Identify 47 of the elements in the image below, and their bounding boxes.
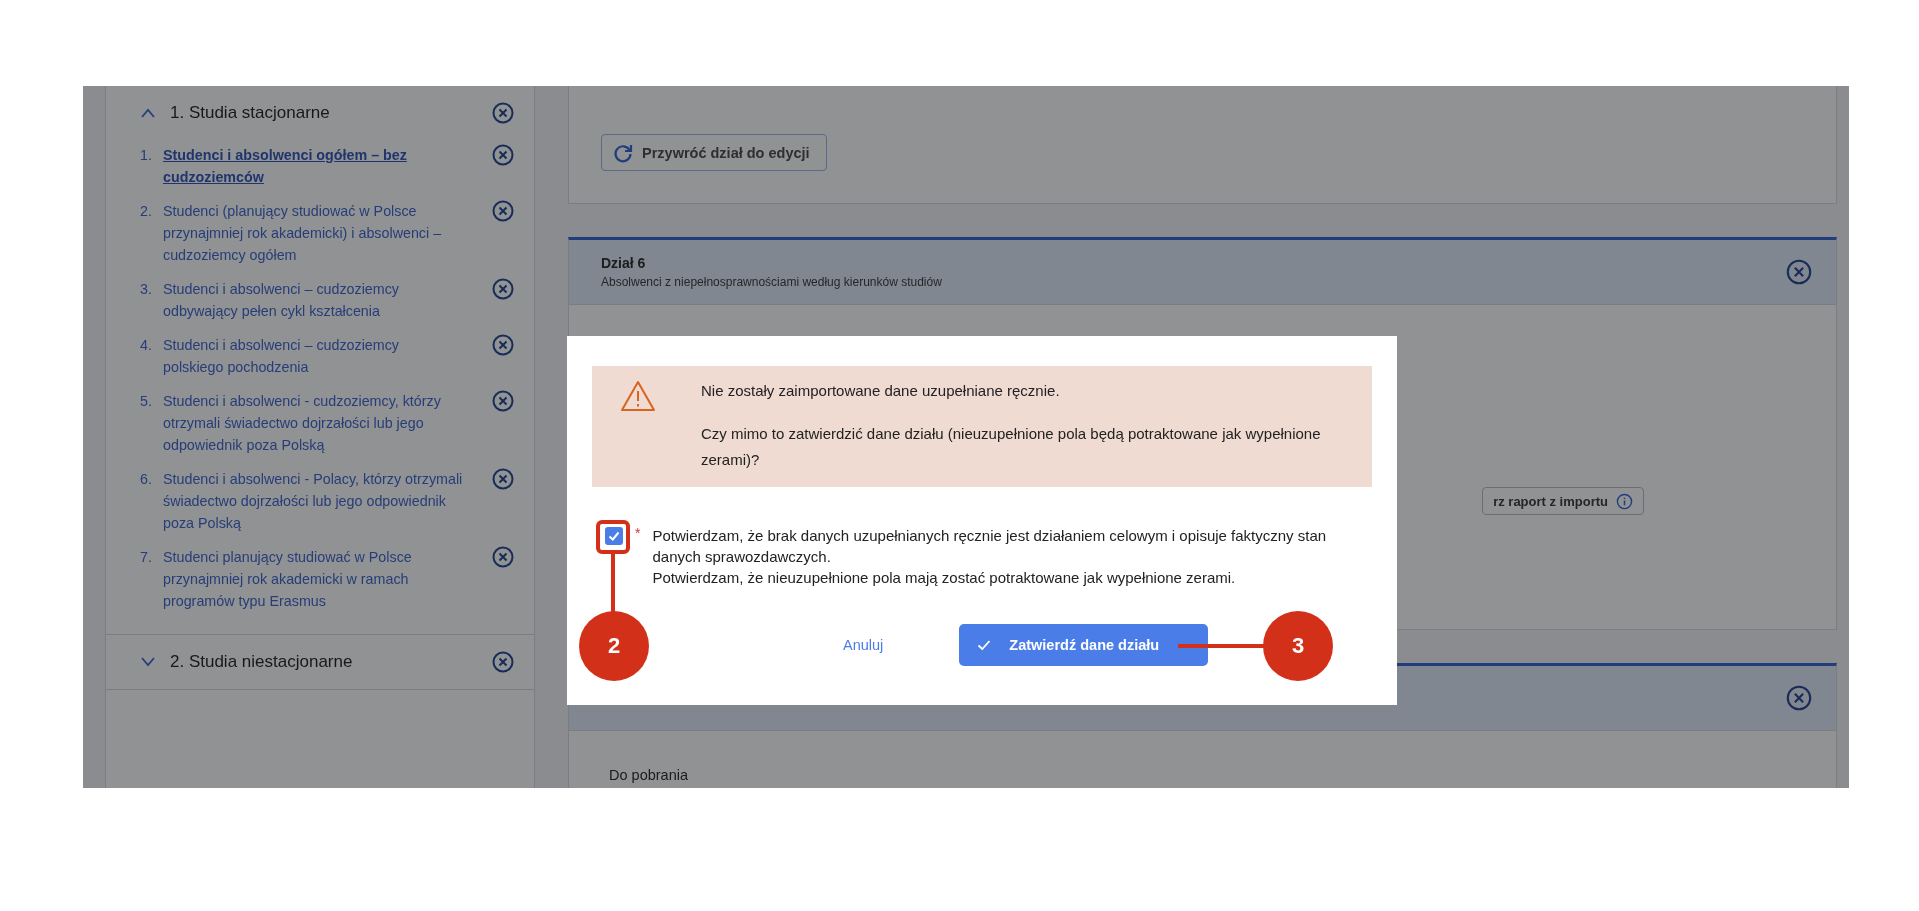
report-button[interactable]: rz raport z importu [1482,487,1644,515]
sidebar-link[interactable]: Studenci i absolwenci ogółem – bez cudzoziemców [163,144,463,188]
confirm-button[interactable]: Zatwierdź dane działu [959,624,1209,666]
confirmation-text: Potwierdzam, że nieuzupełnione pola mają zostać potraktowane jak wypełnione zerami. [652,568,1237,588]
checkbox[interactable] [605,527,623,545]
item-number: 2. [140,202,153,221]
close-icon[interactable] [492,468,514,490]
check-icon [607,529,621,543]
alert-message: Czy mimo to zatwierdzić dane działu (nieuzupełnione pola będą potraktowane jak wypełnione zerami)? [701,424,1322,470]
close-icon[interactable] [492,334,514,356]
info-icon [1616,492,1633,510]
close-icon[interactable] [492,144,514,166]
section-title[interactable]: 1. Studia stacjonarne [170,103,470,123]
close-icon[interactable] [1786,685,1812,711]
close-icon[interactable] [1786,259,1812,285]
close-icon[interactable] [492,546,514,568]
sidebar-link[interactable]: Studenci i absolwenci - Polacy, którzy otrzymali świadectwo dojrzałości lub jego odpowiednik poza Polską [163,468,463,534]
close-icon[interactable] [492,278,514,300]
cancel-button[interactable]: Anuluj [837,633,890,657]
close-icon[interactable] [492,651,514,673]
item-number: 4. [140,336,153,355]
item-number: 3. [140,280,153,299]
chevron-icon[interactable] [140,108,156,118]
section-subtitle: Absolwenci z niepełnosprawnościami według kierunków studiów [601,275,942,289]
check-icon [977,638,992,652]
warning-icon [620,380,656,412]
chevron-icon[interactable] [140,657,156,667]
section-title: Dział 6 [601,255,647,271]
close-icon[interactable] [492,390,514,412]
close-icon[interactable] [492,200,514,222]
sidebar-link[interactable]: Studenci i absolwenci - cudzoziemcy, którzy otrzymali świadectwo dojrzałości lub jego odpowiednik poza Polską [163,390,463,456]
alert-message: Nie zostały zaimportowane dane uzupełniane ręcznie. [701,381,1061,401]
highlight-frame [596,520,630,554]
item-number: 5. [140,392,153,411]
downloads-label: Do pobrania [608,766,689,783]
item-number: 6. [140,470,153,489]
sidebar-link[interactable]: Studenci i absolwenci – cudzoziemcy polskiego pochodzenia [163,334,463,378]
close-icon[interactable] [492,102,514,124]
item-number: 7. [140,548,153,567]
confirmation-text: Potwierdzam, że brak danych uzupełnianych ręcznie jest działaniem celowym i opisuje faktyczny stan danych sprawozdawczych. [652,526,1328,567]
item-number: 1. [140,146,153,165]
sidebar-link[interactable]: Studenci (planujący studiować w Polsce przynajmniej rok akademicki) i absolwenci – cudzoziemcy ogółem [163,200,463,266]
restore-button[interactable]: Przywróć dział do edycji [601,134,827,171]
sidebar-link[interactable]: Studenci i absolwenci – cudzoziemcy odbywający pełen cykl kształcenia [163,278,463,322]
section-title[interactable]: 2. Studia niestacjonarne [170,652,470,672]
sidebar-link[interactable]: Studenci planujący studiować w Polsce przynajmniej rok akademicki w ramach programów typu Erasmus [163,546,463,612]
required-mark: * [635,525,641,541]
